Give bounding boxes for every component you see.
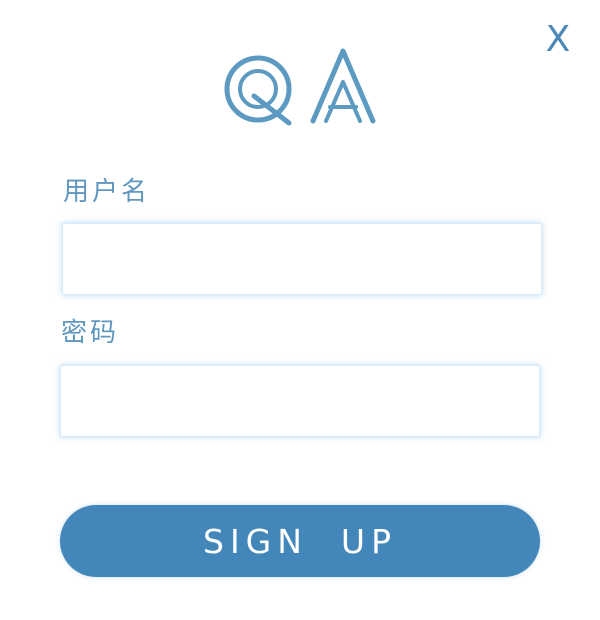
password-input[interactable] (60, 365, 540, 437)
username-label: 用户名 (63, 177, 151, 207)
username-input[interactable] (62, 223, 542, 295)
signup-dialog: X 用户名 密码 SIGN UP (0, 0, 600, 620)
qa-logo (222, 42, 382, 130)
password-label: 密码 (61, 318, 120, 348)
close-button[interactable]: X (541, 20, 575, 60)
sign-up-button[interactable]: SIGN UP (60, 505, 540, 577)
